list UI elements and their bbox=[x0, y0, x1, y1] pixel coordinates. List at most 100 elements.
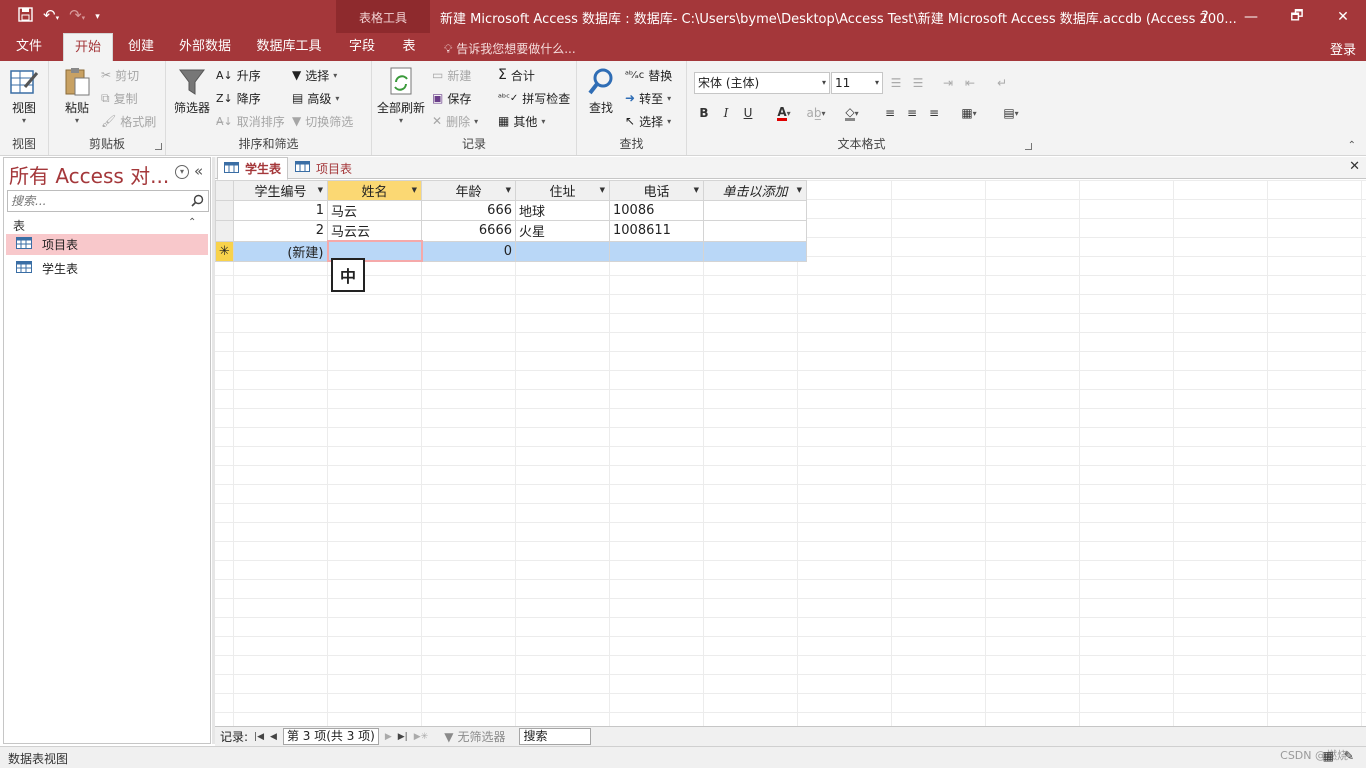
doc-tab-project-table[interactable]: 项目表 bbox=[289, 157, 358, 179]
font-color-button[interactable]: A ▾ bbox=[771, 103, 797, 123]
help-button[interactable]: ? bbox=[1182, 0, 1228, 33]
increase-indent-icon[interactable]: ⇥ bbox=[939, 73, 957, 93]
sort-descending-button[interactable]: Z↓ 降序 bbox=[216, 88, 261, 108]
chevron-down-icon[interactable]: ▼ bbox=[797, 186, 802, 194]
click-to-add-header[interactable]: 单击以添加 ▼ bbox=[703, 180, 807, 201]
datasheet-view-icon[interactable]: ▦ bbox=[1323, 749, 1334, 763]
toggle-filter-button[interactable]: ▼ 切换筛选 bbox=[292, 111, 353, 131]
bold-button[interactable]: B bbox=[695, 103, 713, 123]
last-record-icon[interactable]: ▶| bbox=[398, 732, 408, 742]
current-record-field[interactable]: 第 3 项(共 3 项) bbox=[282, 728, 379, 745]
chevron-down-icon[interactable]: ▼ bbox=[600, 186, 605, 194]
search-icon[interactable] bbox=[191, 194, 204, 210]
selection-filter-button[interactable]: ▼ 选择 ▾ bbox=[292, 65, 337, 85]
chevron-down-icon[interactable]: ▼ bbox=[506, 186, 511, 194]
nav-search-input[interactable] bbox=[8, 191, 178, 211]
table-cell[interactable]: 1 bbox=[233, 200, 328, 221]
nav-item-project-table[interactable]: 项目表 bbox=[6, 234, 208, 255]
restore-button[interactable]: 🗗 bbox=[1274, 0, 1320, 33]
replace-button[interactable]: ᵃᵇ⁄ₐc 替换 bbox=[625, 65, 672, 85]
collapse-pane-icon[interactable]: « bbox=[194, 162, 203, 180]
cut-button[interactable]: ✂ 剪切 bbox=[101, 65, 139, 85]
new-record-nav-icon[interactable]: ▶✳ bbox=[414, 732, 428, 742]
table-cell[interactable]: 地球 bbox=[515, 200, 610, 221]
decrease-indent-icon[interactable]: ⇤ bbox=[961, 73, 979, 93]
copy-button[interactable]: ⧉ 复制 bbox=[101, 88, 138, 108]
tab-file[interactable]: 文件 bbox=[8, 33, 50, 61]
tab-database-tools[interactable]: 数据库工具 bbox=[250, 33, 328, 61]
record-search-input[interactable]: 搜索 bbox=[519, 728, 592, 745]
nav-item-student-table[interactable]: 学生表 bbox=[6, 258, 208, 279]
align-left-icon[interactable]: ≡ bbox=[881, 103, 899, 123]
bullets-icon[interactable]: ☰ bbox=[887, 73, 905, 93]
column-header[interactable]: 学生编号 ▼ bbox=[233, 180, 328, 201]
table-cell[interactable]: 0 bbox=[421, 240, 516, 262]
nav-menu-dropdown-icon[interactable]: ▾ bbox=[175, 165, 189, 179]
close-document-icon[interactable]: ✕ bbox=[1349, 159, 1360, 174]
table-cell[interactable] bbox=[703, 220, 807, 242]
spelling-button[interactable]: ᵃᵇᶜ✓ 拼写检查 bbox=[498, 88, 570, 108]
align-right-icon[interactable]: ≡ bbox=[925, 103, 943, 123]
totals-button[interactable]: Σ 合计 bbox=[498, 65, 535, 85]
dialog-launcher-icon[interactable] bbox=[155, 143, 162, 150]
redo-icon[interactable]: ↷▾ bbox=[69, 6, 85, 27]
select-button[interactable]: ↖ 选择 ▾ bbox=[625, 111, 671, 131]
table-cell[interactable]: 2 bbox=[233, 220, 328, 242]
table-cell[interactable] bbox=[703, 240, 807, 262]
format-painter-button[interactable]: 🖌︎ 格式刷 bbox=[101, 111, 156, 131]
tab-create[interactable]: 创建 bbox=[120, 33, 162, 61]
tab-table[interactable]: 表 bbox=[394, 33, 424, 61]
refresh-all-button[interactable]: 全部刷新 ▾ bbox=[377, 65, 425, 125]
table-cell[interactable]: (新建) bbox=[233, 240, 328, 262]
column-header[interactable]: 姓名 ▼ bbox=[327, 180, 422, 201]
undo-icon[interactable]: ↶▾ bbox=[43, 6, 59, 27]
table-cell[interactable]: 马云云 bbox=[327, 220, 422, 242]
previous-record-icon[interactable]: ◀ bbox=[270, 732, 277, 742]
font-name-select[interactable]: 宋体 (主体) ▾ bbox=[694, 72, 830, 94]
paragraph-direction-icon[interactable]: ↵ bbox=[993, 73, 1011, 93]
record-selector[interactable] bbox=[215, 220, 234, 242]
align-center-icon[interactable]: ≡ bbox=[903, 103, 921, 123]
dialog-launcher-icon[interactable] bbox=[1025, 143, 1032, 150]
table-cell[interactable]: 火星 bbox=[515, 220, 610, 242]
column-header[interactable]: 住址 ▼ bbox=[515, 180, 610, 201]
table-cell[interactable] bbox=[515, 240, 610, 262]
new-record-marker[interactable]: ✳ bbox=[215, 240, 234, 262]
highlight-color-icon[interactable]: ab̲ ▾ bbox=[803, 103, 829, 123]
chevron-down-icon[interactable]: ▼ bbox=[412, 186, 417, 194]
table-cell[interactable] bbox=[609, 240, 704, 262]
sort-ascending-button[interactable]: A↓ 升序 bbox=[216, 65, 261, 85]
alternate-row-color-icon[interactable]: ▤ ▾ bbox=[997, 103, 1025, 123]
filter-button[interactable]: 筛选器 bbox=[174, 65, 210, 116]
tab-home[interactable]: 开始 bbox=[63, 33, 113, 61]
paste-button[interactable]: 粘贴 ▾ bbox=[61, 65, 93, 125]
numbering-icon[interactable]: ☰ bbox=[909, 73, 927, 93]
save-icon[interactable] bbox=[18, 7, 33, 26]
minimize-button[interactable]: — bbox=[1228, 0, 1274, 33]
more-button[interactable]: ▦ 其他 ▾ bbox=[498, 111, 545, 131]
sign-in-link[interactable]: 登录 bbox=[1330, 39, 1356, 58]
next-record-icon[interactable]: ▶ bbox=[385, 732, 392, 742]
select-all-cell[interactable] bbox=[215, 180, 234, 201]
view-button[interactable]: 视图 ▾ bbox=[8, 65, 40, 125]
remove-sort-button[interactable]: A̶↓ 取消排序 bbox=[216, 111, 285, 131]
tell-me-box[interactable]: 💡︎ 告诉我您想要做什么... bbox=[444, 40, 576, 57]
goto-button[interactable]: ➜ 转至 ▾ bbox=[625, 88, 671, 108]
table-cell[interactable]: 6666 bbox=[421, 220, 516, 242]
font-size-select[interactable]: 11 ▾ bbox=[831, 72, 883, 94]
tab-fields[interactable]: 字段 bbox=[340, 33, 384, 61]
design-view-icon[interactable]: ✎ bbox=[1344, 749, 1354, 763]
filter-status[interactable]: ▼ 无筛选器 bbox=[444, 728, 505, 745]
advanced-filter-button[interactable]: ▤ 高级 ▾ bbox=[292, 88, 339, 108]
chevron-down-icon[interactable]: ▼ bbox=[318, 186, 323, 194]
close-button[interactable]: ✕ bbox=[1320, 0, 1366, 33]
tab-external-data[interactable]: 外部数据 bbox=[172, 33, 238, 61]
table-cell[interactable]: 666 bbox=[421, 200, 516, 221]
save-record-button[interactable]: ▣ 保存 bbox=[432, 88, 471, 108]
collapse-ribbon-icon[interactable]: ⌃ bbox=[1348, 140, 1356, 151]
column-header[interactable]: 年龄 ▼ bbox=[421, 180, 516, 201]
doc-tab-student-table[interactable]: 学生表 bbox=[217, 157, 289, 180]
column-header[interactable]: 电话 ▼ bbox=[609, 180, 704, 201]
customize-qat-icon[interactable]: ▾ bbox=[95, 8, 100, 26]
table-cell[interactable]: 10086 bbox=[609, 200, 704, 221]
